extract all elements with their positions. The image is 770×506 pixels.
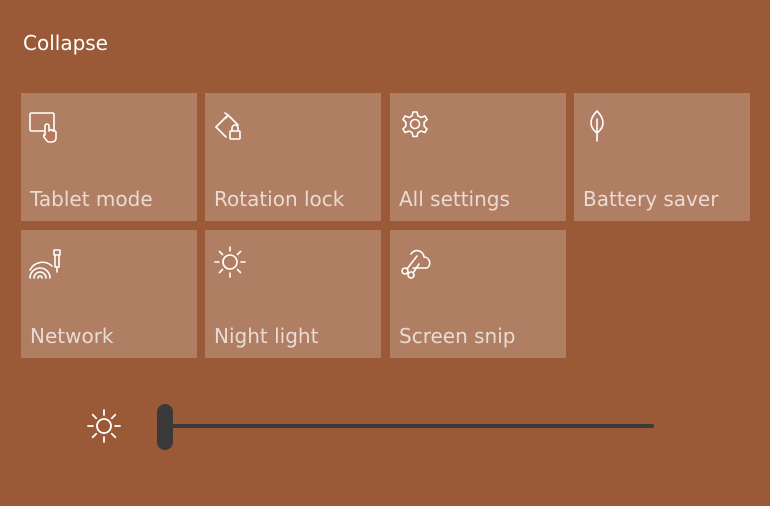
rotation-lock-icon	[212, 107, 248, 143]
collapse-link[interactable]: Collapse	[23, 29, 108, 57]
brightness-slider-track[interactable]	[165, 424, 654, 428]
tile-label: Night light	[214, 324, 319, 348]
tile-network[interactable]: Network	[21, 230, 197, 358]
brightness-icon	[84, 406, 124, 446]
tile-night-light[interactable]: Night light	[205, 230, 381, 358]
tile-tablet-mode[interactable]: Tablet mode	[21, 93, 197, 221]
tile-battery-saver[interactable]: Battery saver	[574, 93, 750, 221]
tile-label: Screen snip	[399, 324, 516, 348]
tile-label: All settings	[399, 187, 510, 211]
night-light-icon	[212, 244, 248, 280]
brightness-control	[0, 396, 770, 456]
network-icon	[28, 244, 64, 280]
brightness-slider-thumb[interactable]	[157, 404, 173, 450]
tile-label: Rotation lock	[214, 187, 345, 211]
tablet-mode-icon	[28, 107, 64, 143]
tile-screen-snip[interactable]: Screen snip	[390, 230, 566, 358]
scissors-icon	[397, 244, 433, 280]
tile-label: Battery saver	[583, 187, 719, 211]
tile-all-settings[interactable]: All settings	[390, 93, 566, 221]
leaf-icon	[581, 107, 617, 143]
tile-label: Network	[30, 324, 114, 348]
tile-rotation-lock[interactable]: Rotation lock	[205, 93, 381, 221]
tile-label: Tablet mode	[30, 187, 153, 211]
gear-icon	[397, 107, 433, 143]
